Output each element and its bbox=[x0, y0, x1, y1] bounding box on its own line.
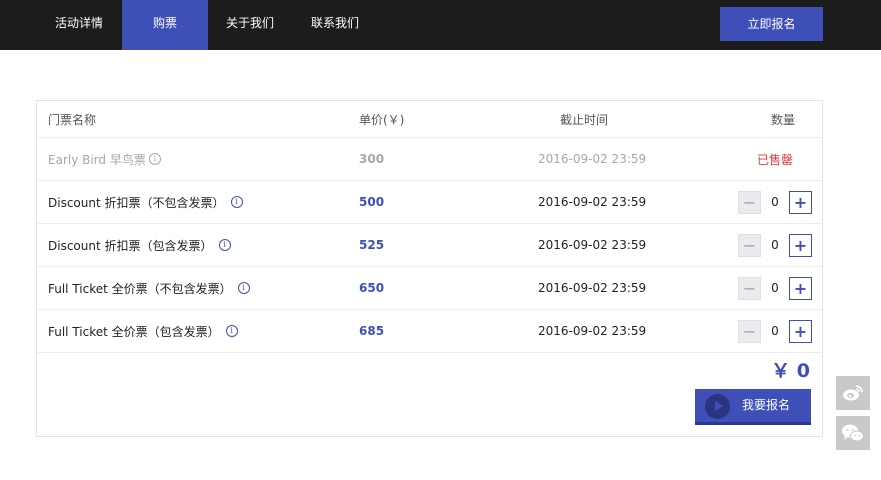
table-row: Full Ticket 全价票（不包含发票） i 650 2016-09-02 … bbox=[37, 267, 822, 310]
sign-up-label: 我要报名 bbox=[742, 398, 791, 412]
table-row: Discount 折扣票（包含发票） i 525 2016-09-02 23:5… bbox=[37, 224, 822, 267]
top-nav: 活动详情 购票 关于我们 联系我们 立即报名 bbox=[0, 0, 881, 50]
nav-item-contact-us[interactable]: 联系我们 bbox=[295, 0, 375, 50]
ticket-name: Discount 折扣票（包含发票） i bbox=[48, 224, 231, 266]
play-icon bbox=[705, 394, 730, 419]
ticket-name: Discount 折扣票（不包含发票） i bbox=[48, 181, 243, 223]
quantity-value: 0 bbox=[771, 195, 779, 209]
ticket-panel: 门票名称 单价(￥) 截止时间 数量 Early Bird 早鸟票 i 300 … bbox=[36, 100, 823, 437]
header-quantity: 数量 bbox=[771, 112, 796, 127]
ticket-deadline: 2016-09-02 23:59 bbox=[538, 238, 647, 252]
info-icon[interactable]: i bbox=[225, 325, 238, 337]
ticket-name-label: Full Ticket 全价票（包含发票） bbox=[48, 324, 220, 339]
ticket-name: Full Ticket 全价票（不包含发票） i bbox=[48, 267, 250, 309]
table-row: Full Ticket 全价票（包含发票） i 685 2016-09-02 2… bbox=[37, 310, 822, 353]
minus-icon[interactable]: − bbox=[738, 233, 761, 257]
ticket-name-label: Full Ticket 全价票（不包含发票） bbox=[48, 281, 232, 296]
ticket-price-value: 650 bbox=[359, 281, 385, 295]
quantity-stepper: − 0 + bbox=[737, 224, 812, 266]
sign-up-button[interactable]: 我要报名 bbox=[695, 389, 811, 425]
minus-icon[interactable]: − bbox=[738, 319, 761, 343]
nav-item-event-details[interactable]: 活动详情 bbox=[39, 0, 119, 50]
info-icon[interactable]: i bbox=[148, 153, 161, 165]
ticket-price-value: 300 bbox=[359, 152, 385, 166]
nav-item-about-us[interactable]: 关于我们 bbox=[210, 0, 290, 50]
wechat-share-button[interactable] bbox=[836, 416, 870, 450]
info-icon[interactable]: i bbox=[230, 196, 243, 208]
info-icon[interactable]: i bbox=[237, 282, 250, 294]
ticket-name-label: Early Bird 早鸟票 bbox=[48, 152, 146, 167]
quantity-value: 0 bbox=[771, 238, 779, 252]
ticket-name: Early Bird 早鸟票 i bbox=[48, 138, 161, 180]
nav-item-tickets[interactable]: 购票 bbox=[122, 0, 208, 50]
ticket-deadline: 2016-09-02 23:59 bbox=[538, 152, 647, 166]
table-header: 门票名称 单价(￥) 截止时间 数量 bbox=[37, 101, 822, 138]
table-row: Early Bird 早鸟票 i 300 2016-09-02 23:59 已售… bbox=[37, 138, 822, 181]
ticket-price-value: 685 bbox=[359, 324, 385, 338]
quantity-value: 0 bbox=[771, 281, 779, 295]
header-deadline: 截止时间 bbox=[560, 112, 609, 127]
ticket-price: 300 bbox=[359, 138, 384, 180]
ticket-name: Full Ticket 全价票（包含发票） i bbox=[48, 310, 238, 352]
quantity-value: 0 bbox=[771, 324, 779, 338]
plus-icon[interactable]: + bbox=[789, 319, 812, 343]
ticket-name-label: Discount 折扣票（不包含发票） bbox=[48, 195, 225, 210]
plus-icon[interactable]: + bbox=[789, 233, 812, 257]
ticket-price: 650 bbox=[359, 267, 384, 309]
ticket-price: 525 bbox=[359, 224, 384, 266]
ticket-name-label: Discount 折扣票（包含发票） bbox=[48, 238, 213, 253]
header-ticket-name: 门票名称 bbox=[48, 112, 97, 127]
weibo-icon bbox=[843, 385, 863, 401]
ticket-price-value: 500 bbox=[359, 195, 385, 209]
ticket-deadline: 2016-09-02 23:59 bbox=[538, 195, 647, 209]
total-price: ￥ 0 bbox=[771, 360, 810, 382]
quantity-stepper: − 0 + bbox=[737, 181, 812, 223]
quantity-stepper: − 0 + bbox=[737, 310, 812, 352]
ticket-price-value: 525 bbox=[359, 238, 385, 252]
plus-icon[interactable]: + bbox=[789, 276, 812, 300]
header-unit-price: 单价(￥) bbox=[359, 112, 405, 127]
minus-icon[interactable]: − bbox=[738, 276, 761, 300]
weibo-share-button[interactable] bbox=[836, 376, 870, 410]
ticket-deadline: 2016-09-02 23:59 bbox=[538, 281, 647, 295]
table-row: Discount 折扣票（不包含发票） i 500 2016-09-02 23:… bbox=[37, 181, 822, 224]
sold-out-status: 已售罄 bbox=[757, 152, 794, 167]
quantity-stepper: − 0 + bbox=[737, 267, 812, 309]
wechat-icon bbox=[842, 424, 864, 442]
ticket-deadline: 2016-09-02 23:59 bbox=[538, 324, 647, 338]
info-icon[interactable]: i bbox=[218, 239, 231, 251]
register-now-button[interactable]: 立即报名 bbox=[720, 7, 823, 41]
plus-icon[interactable]: + bbox=[789, 190, 812, 214]
minus-icon[interactable]: − bbox=[738, 190, 761, 214]
ticket-price: 685 bbox=[359, 310, 384, 352]
ticket-price: 500 bbox=[359, 181, 384, 223]
